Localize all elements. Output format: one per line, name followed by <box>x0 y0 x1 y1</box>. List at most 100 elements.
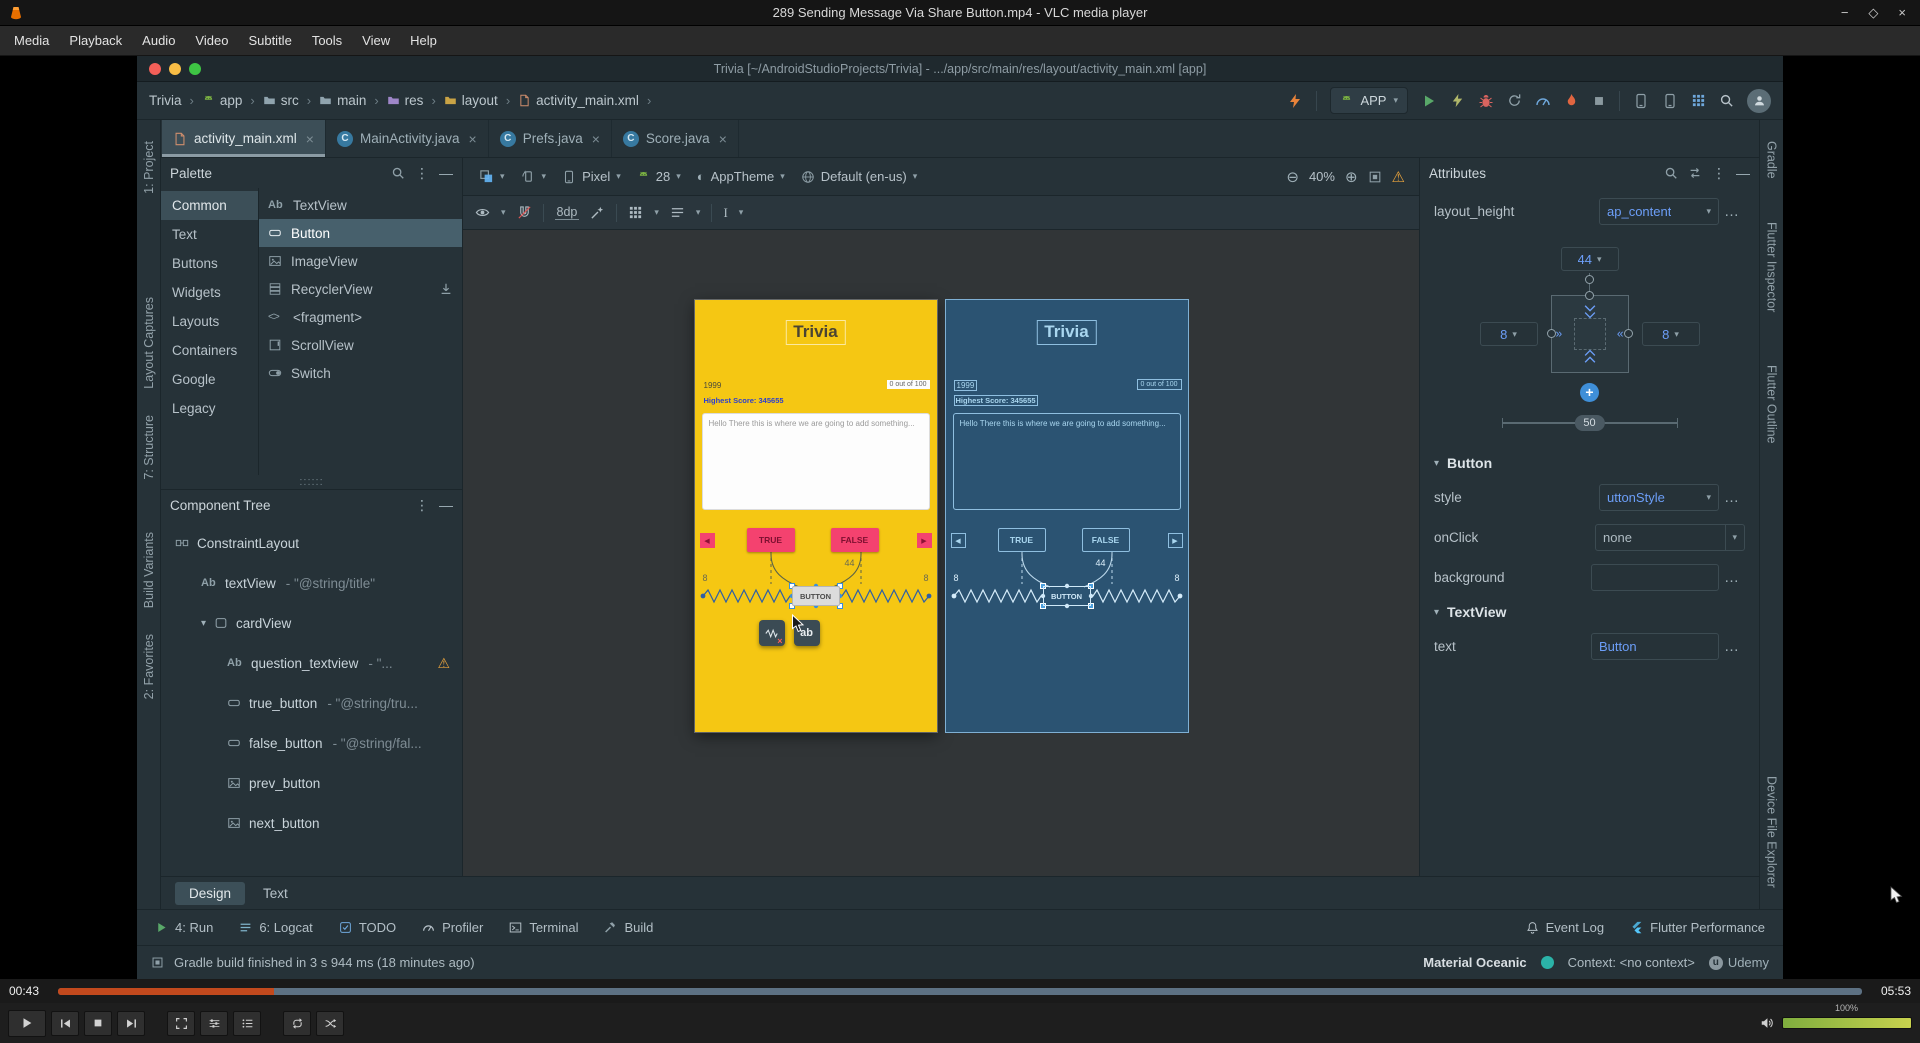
palette-category-common[interactable]: Common <box>161 191 258 220</box>
toolwindow-terminal[interactable]: Terminal <box>509 920 578 935</box>
horizontal-bias-slider[interactable]: 50 <box>1501 414 1678 431</box>
layout-height-dropdown[interactable]: ap_content ▾ <box>1599 198 1719 225</box>
toolwindow-build[interactable]: Build <box>604 920 653 935</box>
breadcrumb-app[interactable]: app <box>202 93 242 108</box>
button-section-header[interactable]: ▾ Button <box>1434 455 1745 471</box>
menu-item-audio[interactable]: Audio <box>132 26 185 55</box>
tree-item-cardview[interactable]: ▾ cardView <box>161 603 462 643</box>
preview-true-button[interactable]: TRUE <box>997 528 1046 552</box>
search-everywhere-icon[interactable] <box>1719 93 1734 108</box>
minimize-panel-icon[interactable]: — <box>439 166 453 180</box>
tab-activity-main-xml[interactable]: activity_main.xml × <box>162 120 326 157</box>
tab-mainactivity-java[interactable]: C MainActivity.java × <box>326 120 489 157</box>
kebab-menu-icon[interactable]: ⋮ <box>415 166 429 180</box>
palette-item-button[interactable]: Button <box>259 219 462 247</box>
design-canvas[interactable]: Trivia 1999 0 out of 100 Highest Score: … <box>463 230 1419 876</box>
breadcrumb-res[interactable]: res <box>387 93 423 108</box>
view-options-eye-icon[interactable] <box>475 205 490 220</box>
breadcrumb-main[interactable]: main <box>319 93 366 108</box>
palette-category-buttons[interactable]: Buttons <box>161 249 258 278</box>
theme-select[interactable]: ◐ AppTheme ▾ <box>689 163 793 190</box>
tree-item-prev-button[interactable]: prev_button <box>161 763 462 803</box>
apply-code-changes-icon[interactable] <box>1507 93 1522 108</box>
palette-item-scrollview[interactable]: ScrollView <box>259 331 462 359</box>
speaker-icon[interactable] <box>1760 1016 1774 1030</box>
palette-item-imageview[interactable]: ImageView <box>259 247 462 275</box>
add-constraint-button[interactable]: + <box>1580 383 1599 402</box>
flutter-attach-icon[interactable] <box>1287 93 1303 109</box>
avatar[interactable] <box>1747 88 1771 113</box>
run-button[interactable] <box>1421 93 1437 109</box>
palette-item-textview[interactable]: Ab TextView <box>259 191 462 219</box>
tool-button-build-variants[interactable]: Build Variants <box>142 532 156 608</box>
kebab-menu-icon[interactable]: ⋮ <box>415 498 429 512</box>
breadcrumb-layout[interactable]: layout <box>444 93 498 108</box>
infer-constraints-wand-icon[interactable] <box>590 205 605 220</box>
tree-item-question-textview[interactable]: Ab question_textview - "... ⚠ <box>161 643 462 683</box>
palette-item-fragment[interactable]: <> <fragment> <box>259 303 462 331</box>
tree-item-textview[interactable]: Ab textView - "@string/title" <box>161 563 462 603</box>
window-close-icon[interactable]: × <box>1898 5 1906 20</box>
toolwindow-flutter-performance[interactable]: Flutter Performance <box>1630 920 1765 935</box>
previous-media-button[interactable] <box>51 1010 79 1036</box>
left-margin-dropdown[interactable]: 8 ▾ <box>1479 322 1538 346</box>
locale-select[interactable]: Default (en-us) ▾ <box>793 163 926 190</box>
toolwindow-profiler[interactable]: Profiler <box>422 920 483 935</box>
preview-next-button[interactable]: ▶ <box>1167 533 1183 548</box>
tool-button-layout-captures[interactable]: Layout Captures <box>142 297 156 389</box>
playlist-button[interactable] <box>233 1010 261 1036</box>
menu-item-tools[interactable]: Tools <box>302 26 352 55</box>
tab-text[interactable]: Text <box>249 882 302 905</box>
seek-slider[interactable] <box>58 987 1862 995</box>
device-select[interactable]: Pixel ▾ <box>554 163 629 190</box>
close-tab-icon[interactable]: × <box>592 131 600 147</box>
api-level-select[interactable]: 28 ▾ <box>629 163 689 190</box>
constraint-inspector-box[interactable]: » « <box>1546 291 1633 373</box>
menu-item-subtitle[interactable]: Subtitle <box>238 26 301 55</box>
tab-score-java[interactable]: C Score.java × <box>612 120 739 157</box>
autoconnect-magnet-icon[interactable] <box>517 205 532 220</box>
hot-reload-flame-icon[interactable] <box>1564 93 1579 108</box>
tab-prefs-java[interactable]: C Prefs.java × <box>489 120 612 157</box>
onclick-dropdown[interactable]: none ▾ <box>1595 524 1745 551</box>
debug-button[interactable] <box>1478 93 1494 109</box>
zoom-in-button[interactable]: ⊕ <box>1345 168 1358 186</box>
tree-item-constraintlayout[interactable]: ConstraintLayout <box>161 523 462 563</box>
palette-category-google[interactable]: Google <box>161 365 258 394</box>
close-tab-icon[interactable]: × <box>469 131 477 147</box>
menu-item-help[interactable]: Help <box>400 26 447 55</box>
guideline-icon[interactable]: I <box>723 205 727 221</box>
preview-next-button[interactable]: ▶ <box>916 533 932 548</box>
layout-inspector-icon[interactable] <box>1662 93 1678 109</box>
breadcrumb-src[interactable]: src <box>263 93 299 108</box>
tool-button-favorites[interactable]: 2: Favorites <box>142 634 156 699</box>
orientation-select[interactable]: ▾ <box>513 163 555 190</box>
tool-button-project[interactable]: 1: Project <box>142 141 156 194</box>
design-preview-phone[interactable]: Trivia 1999 0 out of 100 Highest Score: … <box>694 300 937 732</box>
blueprint-preview-phone[interactable]: Trivia 1999 0 out of 100 Highest Score: … <box>945 300 1188 732</box>
search-icon[interactable] <box>1664 166 1678 180</box>
text-field[interactable]: Button <box>1591 633 1719 660</box>
tool-button-gradle[interactable]: Gradle <box>1765 141 1779 179</box>
dropdown-button[interactable]: ▾ <box>1725 525 1737 550</box>
palette-category-layouts[interactable]: Layouts <box>161 307 258 336</box>
breadcrumb-project[interactable]: Trivia <box>149 93 182 108</box>
close-tab-icon[interactable]: × <box>719 131 727 147</box>
close-traffic-light[interactable] <box>149 62 161 75</box>
stop-button[interactable] <box>1592 94 1606 108</box>
next-media-button[interactable] <box>117 1010 145 1036</box>
preview-false-button[interactable]: FALSE <box>1081 528 1130 552</box>
surface-mode-select[interactable]: ▾ <box>471 163 513 190</box>
video-display-area[interactable]: Trivia [~/AndroidStudioProjects/Trivia] … <box>0 56 1920 979</box>
palette-category-legacy[interactable]: Legacy <box>161 394 258 423</box>
random-button[interactable] <box>316 1010 344 1036</box>
menu-item-view[interactable]: View <box>352 26 400 55</box>
palette-item-recyclerview[interactable]: RecyclerView <box>259 275 462 303</box>
apply-changes-icon[interactable] <box>1450 93 1465 108</box>
grid-icon[interactable] <box>1691 93 1706 108</box>
left-anchor[interactable] <box>1546 329 1556 338</box>
minimize-panel-icon[interactable]: — <box>439 498 453 512</box>
toolwindow-toggle-icon[interactable] <box>151 956 164 969</box>
loop-button[interactable] <box>283 1010 311 1036</box>
menu-item-playback[interactable]: Playback <box>59 26 132 55</box>
